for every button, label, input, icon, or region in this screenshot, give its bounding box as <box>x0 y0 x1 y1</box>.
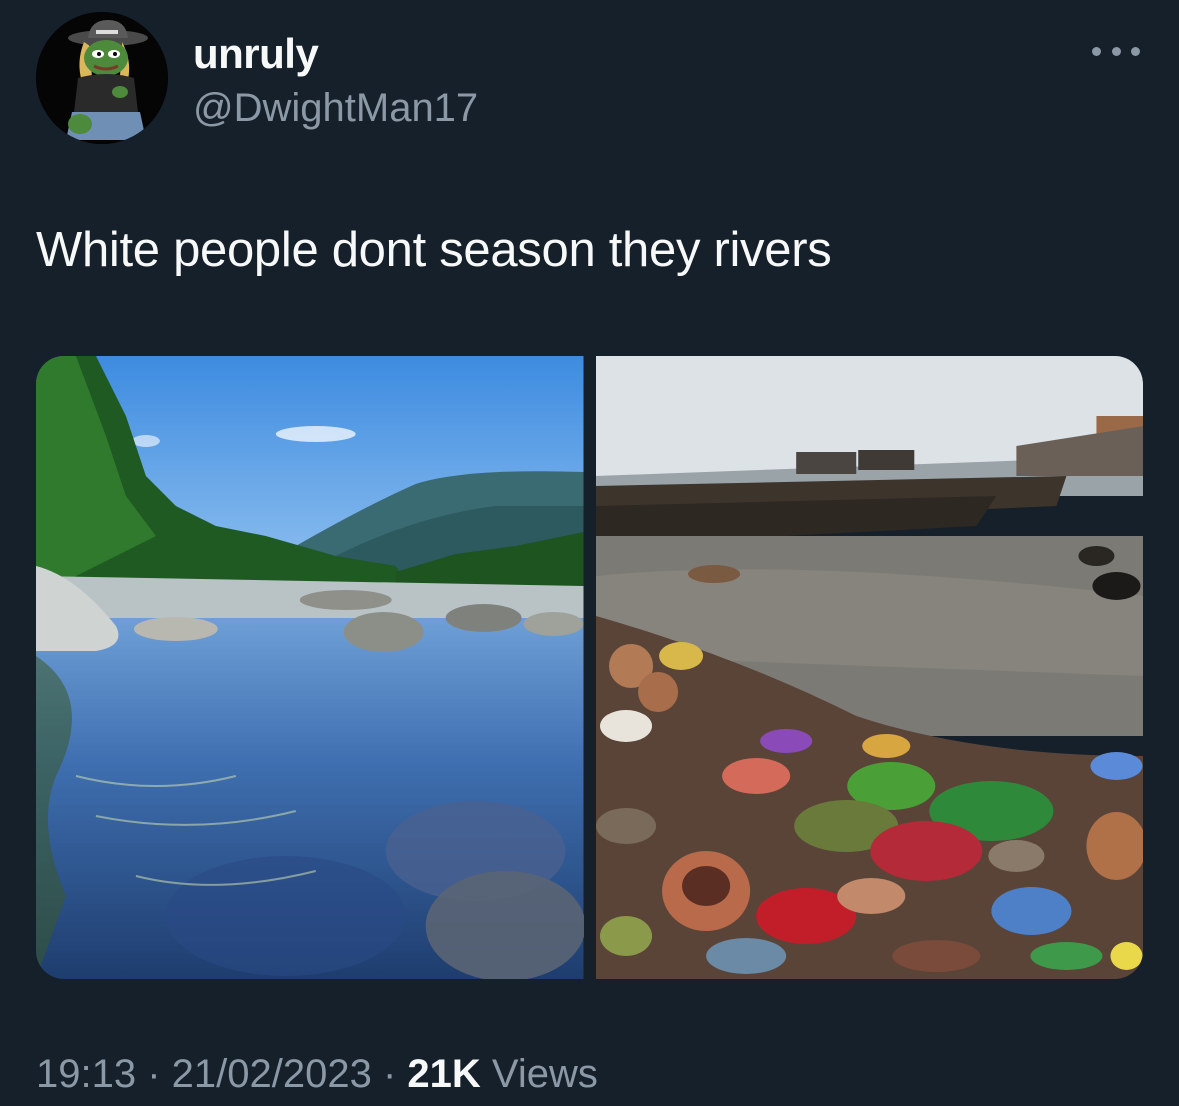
photo-right[interactable] <box>595 356 1143 979</box>
meta-separator: · <box>136 1052 172 1096</box>
meta-separator: · <box>371 1052 408 1096</box>
tweet: unruly @DwightMan17 White people dont se… <box>0 0 1179 1106</box>
more-options-icon[interactable] <box>1092 34 1140 68</box>
dot <box>1092 46 1101 56</box>
pepe-cowboy-avatar-icon <box>36 12 168 144</box>
tweet-meta: 19:13 · 21/02/2023 · 21K Views <box>36 1052 598 1097</box>
views-count[interactable]: 21K <box>407 1052 480 1096</box>
tweet-text: White people dont season they rivers <box>36 223 832 277</box>
dot <box>1131 46 1140 56</box>
photo-left[interactable] <box>36 356 584 979</box>
tweet-time[interactable]: 19:13 <box>36 1052 136 1096</box>
avatar[interactable] <box>36 12 168 144</box>
user-handle[interactable]: @DwightMan17 <box>193 86 478 131</box>
views-label[interactable]: Views <box>492 1052 598 1096</box>
tweet-media <box>36 356 1143 979</box>
dot <box>1111 46 1121 56</box>
tweet-date[interactable]: 21/02/2023 <box>172 1052 372 1096</box>
clean-river-photo <box>36 356 584 979</box>
polluted-river-photo <box>595 356 1143 979</box>
display-name[interactable]: unruly <box>193 30 319 78</box>
